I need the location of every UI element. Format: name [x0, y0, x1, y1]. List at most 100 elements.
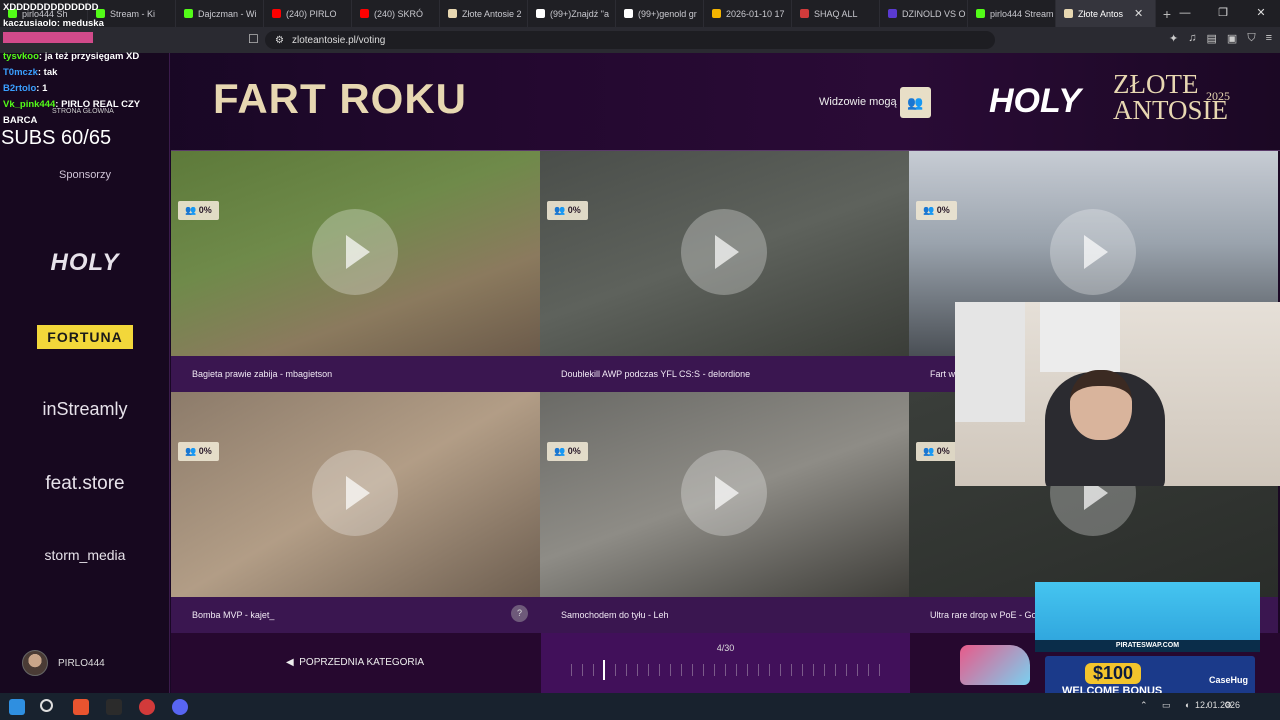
search-icon[interactable]	[40, 699, 53, 712]
chat-message: tysvkoo: ja też przysięgam XD	[3, 51, 140, 62]
chat-text: 1	[42, 83, 48, 94]
tab-label: (99+)Znajdź "a	[550, 8, 609, 19]
video-card[interactable]: 👥 0% Bomba MVP - kajet_?	[171, 392, 540, 633]
chat-message	[0, 32, 170, 49]
play-icon[interactable]	[681, 209, 767, 295]
chat-username: B2rtolo	[3, 83, 37, 94]
tab-favicon-icon	[888, 9, 897, 18]
taskbar: ⌃ ▭ ◐ ♪ ⚙ 12.01.2026	[0, 693, 1280, 720]
maximize-icon[interactable]: ❐	[1204, 0, 1242, 27]
sponsor-featstore[interactable]: feat.store	[0, 473, 170, 495]
browser-tab[interactable]: DZINOLD VS O	[880, 0, 968, 27]
users-icon: 👥	[923, 205, 937, 215]
viewers-button[interactable]: 👥	[900, 87, 931, 118]
browser-tab[interactable]: (99+)Znajdź "a	[528, 0, 616, 27]
discord-icon[interactable]	[172, 699, 188, 715]
video-title: Bagieta prawie zabija - mbagietson	[192, 369, 333, 379]
ad-amount: $100	[1085, 663, 1142, 684]
help-icon[interactable]: ?	[511, 605, 528, 622]
users-icon: 👥	[923, 446, 937, 456]
holy-logo: HOLY	[989, 82, 1081, 120]
chat-message: B2rtolo: 1	[3, 83, 48, 94]
windows-start-icon[interactable]	[9, 699, 25, 715]
window-controls: — ❐ ✕	[1166, 0, 1280, 27]
chat-username: Vk_pink444	[3, 99, 56, 110]
tab-favicon-icon	[184, 9, 193, 18]
video-title: Doublekill AWP podczas YFL CS:S - delord…	[561, 369, 751, 379]
play-icon[interactable]	[312, 450, 398, 536]
vote-percent-badge: 👥 0%	[916, 442, 957, 461]
sponsor-stormmedia[interactable]: storm_media	[0, 547, 170, 563]
site-info-icon[interactable]: ⚙	[275, 35, 284, 46]
video-card[interactable]: 👥 0% Bagieta prawie zabija - mbagietson	[171, 151, 540, 392]
url-field[interactable]: ⚙ zloteantosie.pl/voting	[265, 31, 995, 49]
poster	[1040, 302, 1120, 372]
viewers-label: Widzowie mogą	[819, 96, 897, 108]
sponsor-fortuna-label: FORTUNA	[37, 325, 133, 349]
video-title: Samochodem do tyłu - Leh	[561, 610, 669, 620]
browser-tab[interactable]: SHAQ ALL	[792, 0, 880, 27]
minimize-icon[interactable]: —	[1166, 0, 1204, 27]
brave-icon[interactable]	[73, 699, 89, 715]
extensions-bar: ✦ ♫ ▤ ▣ ⛉ ≡	[1169, 32, 1272, 45]
sponsor-holy[interactable]: HOLY	[0, 249, 170, 277]
browser-tab[interactable]: 2026-01-10 17	[704, 0, 792, 27]
media-icon[interactable]: ♫	[1188, 32, 1196, 45]
wallet-icon[interactable]: ▣	[1227, 32, 1237, 45]
webcam-overlay	[955, 302, 1280, 486]
bookmark-icon[interactable]: ☐	[248, 32, 259, 46]
sponsors-title: Sponsorzy	[59, 169, 111, 181]
sidebar-icon[interactable]: ▤	[1207, 32, 1217, 45]
browser-tab[interactable]: Dajczman - Wi	[176, 0, 264, 27]
avatar	[22, 650, 48, 676]
chat-username: T0mczk	[3, 67, 38, 78]
chat-text: ja też przysięgam XD	[44, 51, 140, 62]
tab-label: (240) SKRÓ	[374, 8, 424, 19]
chat-message: T0mczk: tak	[3, 67, 58, 78]
chat-message: XDDDDDDDDDDDDD	[0, 0, 170, 16]
pager: 4/30	[541, 633, 910, 693]
address-bar: ☐ ⚙ zloteantosie.pl/voting ✦ ♫ ▤ ▣ ⛉ ≡	[0, 27, 1280, 53]
poster	[955, 302, 1025, 422]
prev-category-button[interactable]: ◀ POPRZEDNIA KATEGORIA	[286, 657, 424, 668]
browser-tab[interactable]: (99+)genold gr	[616, 0, 704, 27]
chat-text: meduska	[62, 18, 104, 29]
extensions-icon[interactable]: ✦	[1169, 32, 1178, 45]
chat-text: tak	[43, 67, 58, 78]
browser-tab[interactable]: Złote Antosie 2	[440, 0, 528, 27]
username: PIRLO444	[58, 657, 105, 669]
tab-label: 2026-01-10 17	[726, 8, 785, 19]
tab-favicon-icon	[624, 9, 633, 18]
users-icon: 👥	[554, 205, 568, 215]
tab-label: DZINOLD VS O	[902, 8, 966, 19]
progress-ticks[interactable]	[571, 660, 881, 680]
vote-percent-badge: 👥 0%	[916, 201, 957, 220]
play-icon[interactable]	[312, 209, 398, 295]
browser-tab[interactable]: (240) PIRLO	[264, 0, 352, 27]
play-icon[interactable]	[681, 450, 767, 536]
browser-tab[interactable]: pirlo444 Stream	[968, 0, 1056, 27]
play-icon[interactable]	[1050, 209, 1136, 295]
video-card[interactable]: 👥 0% Samochodem do tyłu - Leh	[540, 392, 909, 633]
tab-favicon-icon	[712, 9, 721, 18]
video-caption: Bomba MVP - kajet_	[171, 597, 540, 633]
chat-username: XDDDDDDDDDDDDD	[3, 2, 99, 13]
sponsor-fortuna[interactable]: FORTUNA	[0, 325, 170, 349]
close-window-icon[interactable]: ✕	[1242, 0, 1280, 27]
user-profile[interactable]: PIRLO444	[22, 650, 105, 676]
streamer-head	[1070, 370, 1132, 440]
subs-counter: SUBS 60/65	[1, 127, 112, 149]
screen: pirlo444 Sh Stream - Ki Dajczman - Wi (240)…	[0, 0, 1280, 720]
close-tab-icon[interactable]: ✕	[1134, 7, 1143, 20]
home-link[interactable]: STRONA GŁÓWNA	[52, 108, 114, 115]
browser-tab[interactable]: (240) SKRÓ	[352, 0, 440, 27]
url-text: zloteantosie.pl/voting	[291, 34, 386, 46]
sponsor-instreamly[interactable]: inStreamly	[0, 399, 170, 420]
tab-favicon-icon	[1064, 9, 1073, 18]
shield-icon[interactable]: ⛉	[1247, 32, 1255, 45]
menu-icon[interactable]: ≡	[1266, 32, 1272, 45]
browser-tab[interactable]: Złote Antos ✕	[1056, 0, 1156, 27]
obs-icon[interactable]	[139, 699, 155, 715]
video-card[interactable]: 👥 0% Doublekill AWP podczas YFL CS:S - de…	[540, 151, 909, 392]
app-icon[interactable]	[106, 699, 122, 715]
